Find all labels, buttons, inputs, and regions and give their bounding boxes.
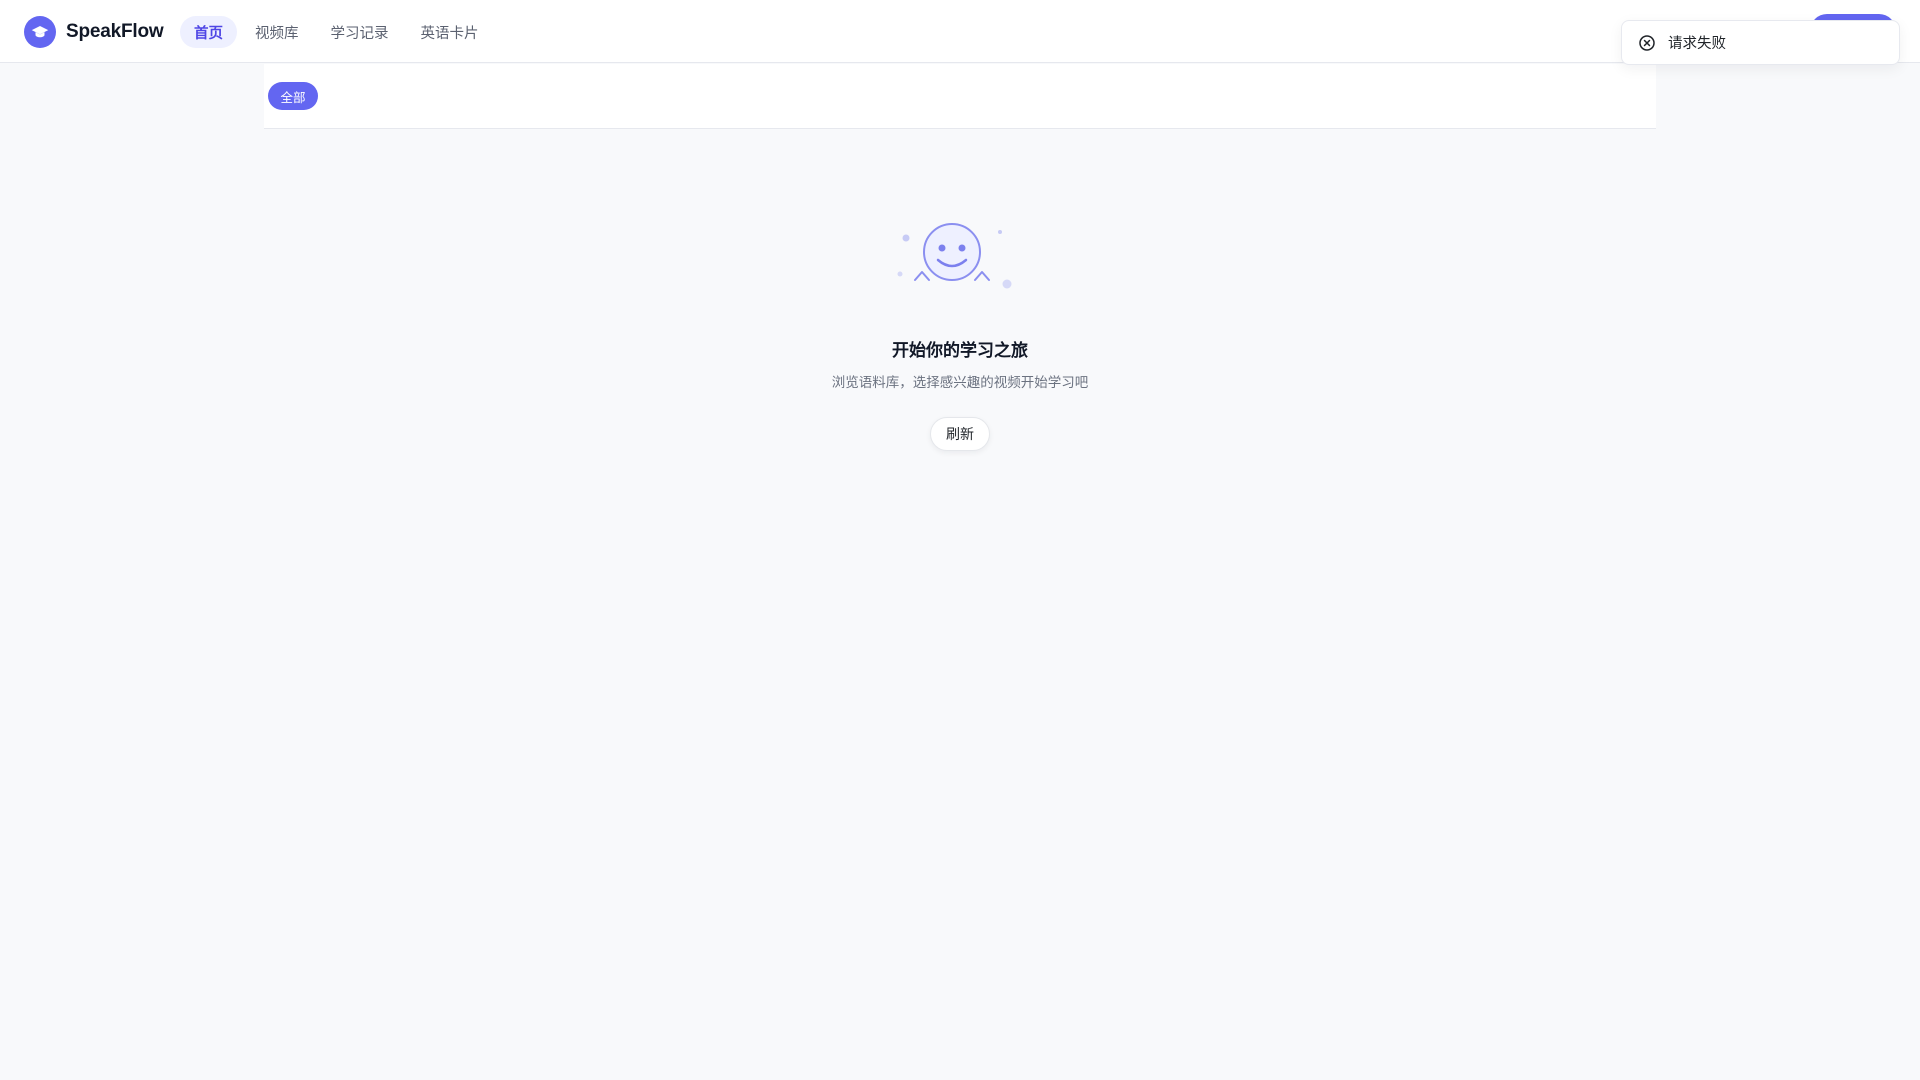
smiley-face-icon [895, 210, 1025, 294]
brand[interactable]: SpeakFlow [24, 16, 164, 48]
filter-bar: 全部 [264, 64, 1656, 129]
graduation-cap-icon [24, 16, 56, 48]
empty-state-description: 浏览语料库，选择感兴趣的视频开始学习吧 [831, 375, 1089, 391]
nav-item-home[interactable]: 首页 [180, 16, 237, 48]
app-name: SpeakFlow [66, 21, 164, 42]
close-circle-icon [1638, 34, 1656, 52]
nav-item-english-cards[interactable]: 英语卡片 [407, 16, 493, 48]
main-nav: 首页 视频库 学习记录 英语卡片 [180, 16, 493, 48]
empty-state-title: 开始你的学习之旅 [892, 341, 1028, 361]
nav-item-study-records[interactable]: 学习记录 [317, 16, 403, 48]
toast-message: 请求失败 [1668, 36, 1726, 52]
empty-state: 开始你的学习之旅 浏览语料库，选择感兴趣的视频开始学习吧 刷新 [0, 210, 1920, 451]
nav-item-video-library[interactable]: 视频库 [241, 16, 313, 48]
refresh-button[interactable]: 刷新 [930, 417, 990, 451]
filter-chip-all[interactable]: 全部 [268, 82, 318, 110]
error-toast: 请求失败 [1621, 20, 1900, 65]
